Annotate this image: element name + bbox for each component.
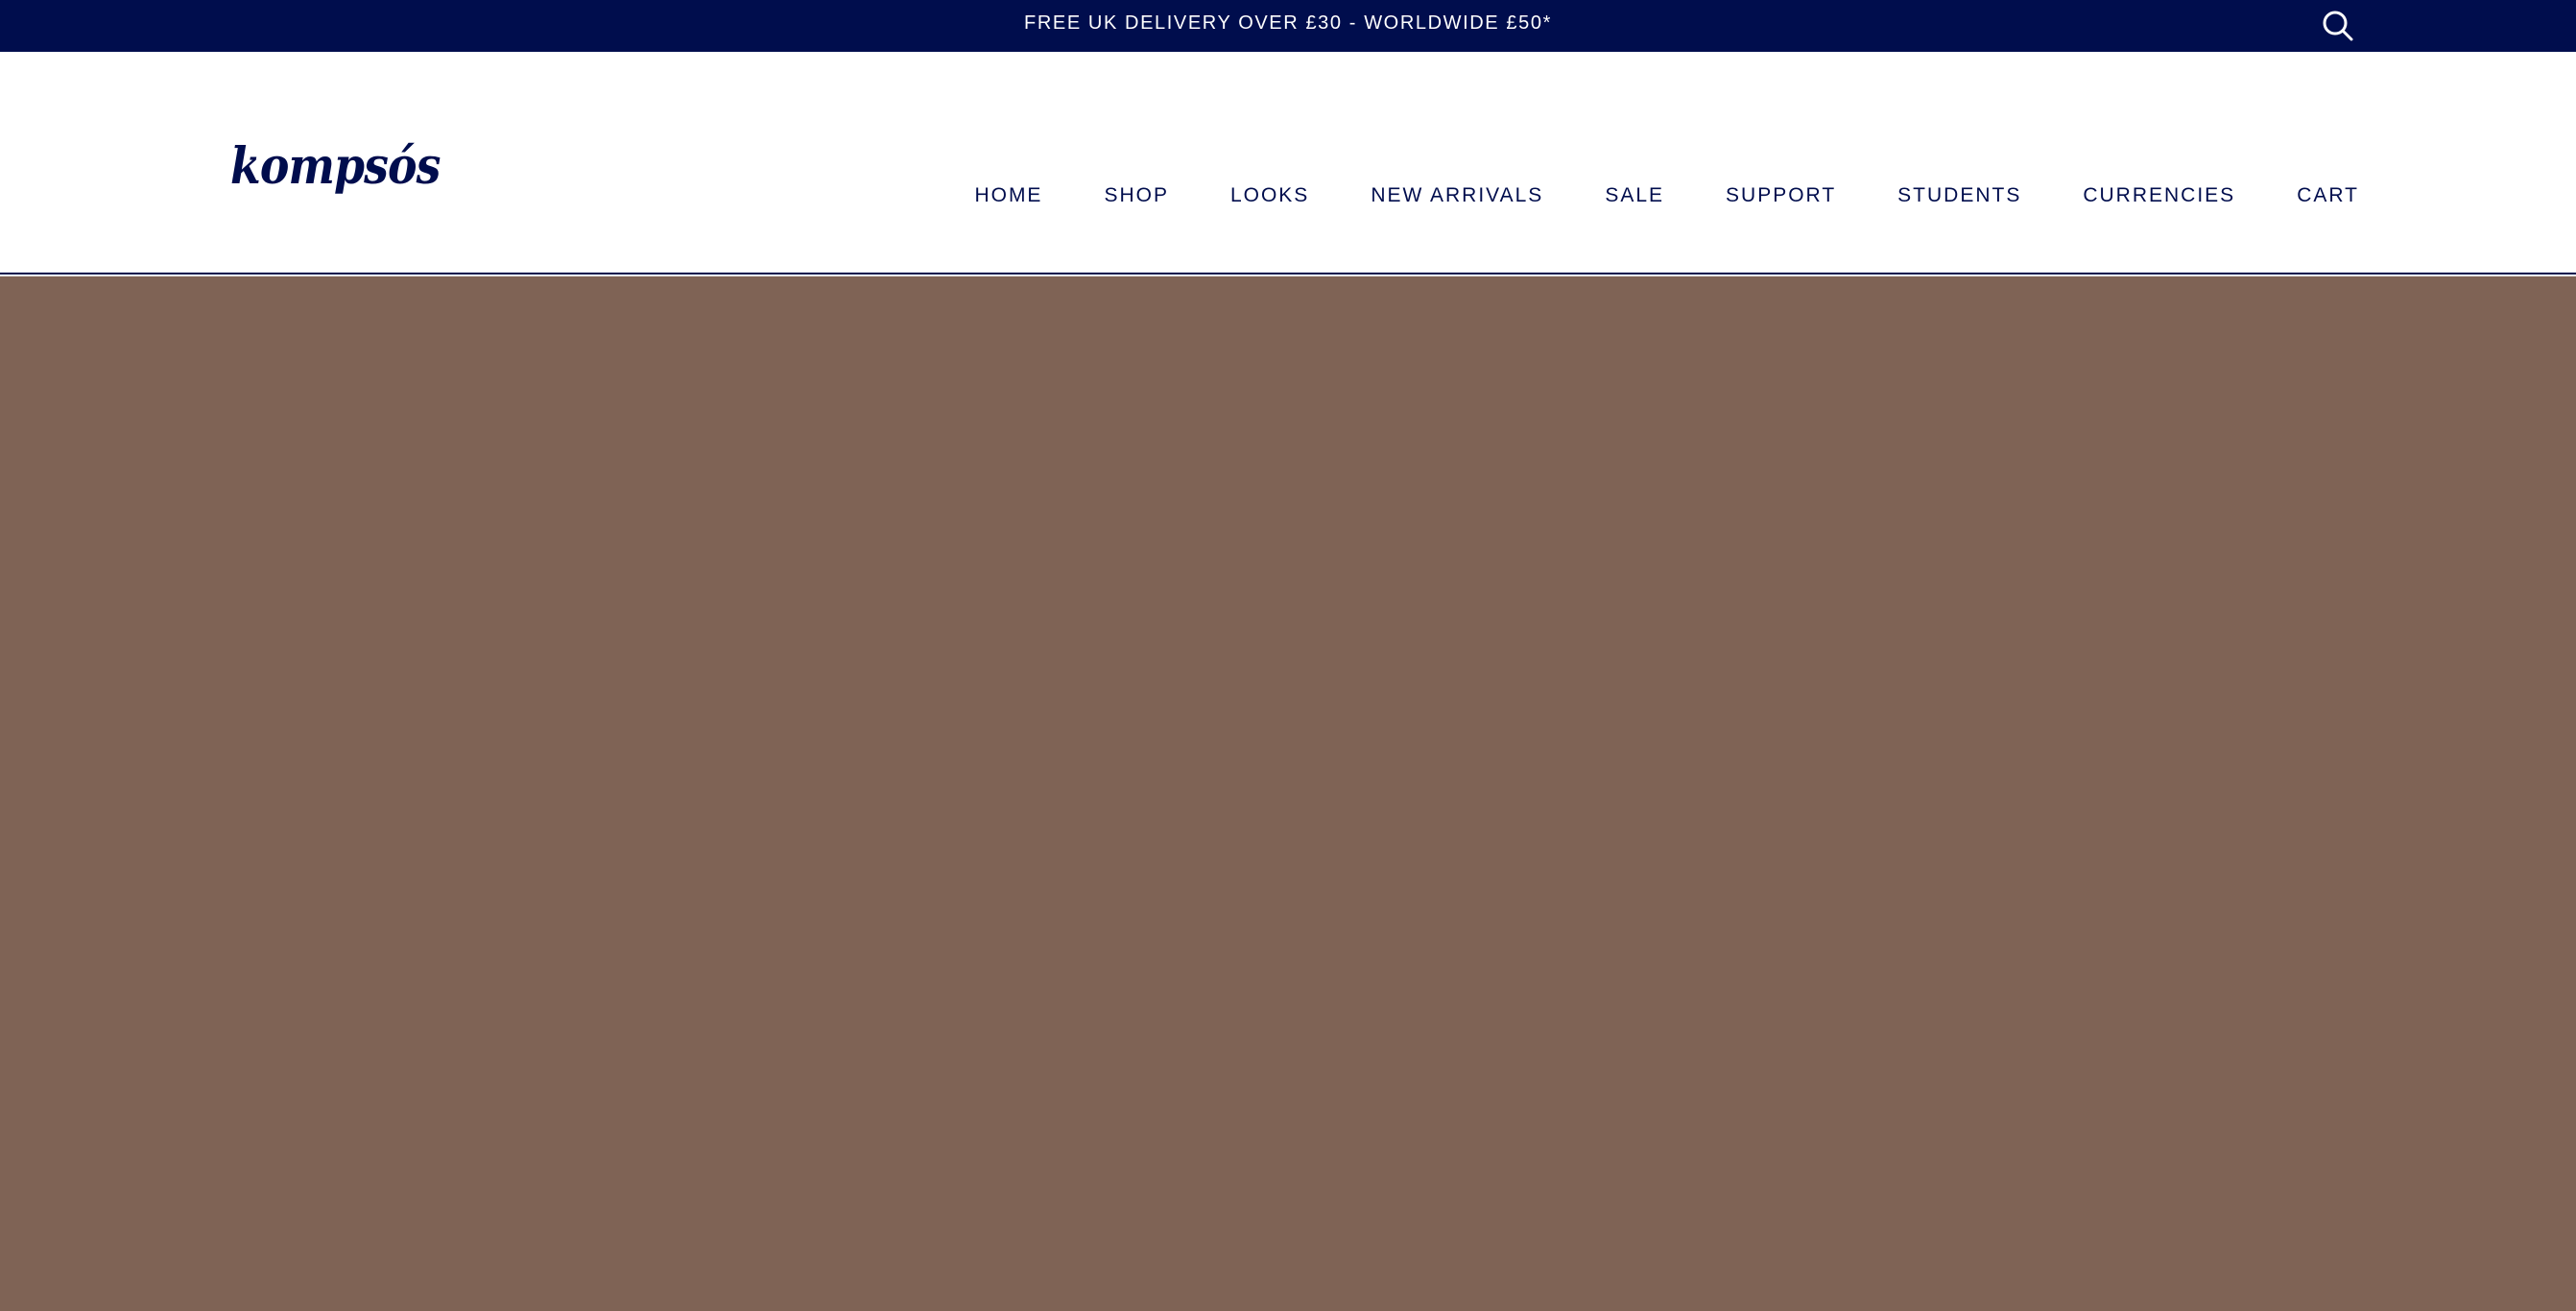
nav-item-shop[interactable]: SHOP	[1104, 184, 1169, 207]
nav-item-students[interactable]: STUDENTS	[1897, 184, 2021, 207]
nav-item-new-arrivals[interactable]: NEW ARRIVALS	[1371, 184, 1543, 207]
nav-item-cart[interactable]: CART	[2297, 184, 2359, 207]
nav-item-support[interactable]: SUPPORT	[1726, 184, 1836, 207]
nav-item-sale[interactable]: SALE	[1605, 184, 1664, 207]
site-header: kompsós HOME SHOP LOOKS NEW ARRIVALS SAL…	[0, 52, 2576, 274]
nav-item-home[interactable]: HOME	[974, 184, 1042, 207]
site-logo[interactable]: kompsós	[230, 129, 441, 205]
search-icon	[2323, 11, 2353, 41]
nav-item-looks[interactable]: LOOKS	[1230, 184, 1309, 207]
hero-banner	[0, 276, 2576, 1311]
announcement-text: FREE UK DELIVERY OVER £30 - WORLDWIDE £5…	[1024, 12, 1552, 34]
announcement-bar: FREE UK DELIVERY OVER £30 - WORLDWIDE £5…	[0, 0, 2576, 52]
search-button[interactable]	[2319, 7, 2357, 45]
main-nav: HOME SHOP LOOKS NEW ARRIVALS SALE SUPPOR…	[974, 177, 2359, 215]
nav-item-currencies[interactable]: CURRENCIES	[2083, 184, 2235, 207]
